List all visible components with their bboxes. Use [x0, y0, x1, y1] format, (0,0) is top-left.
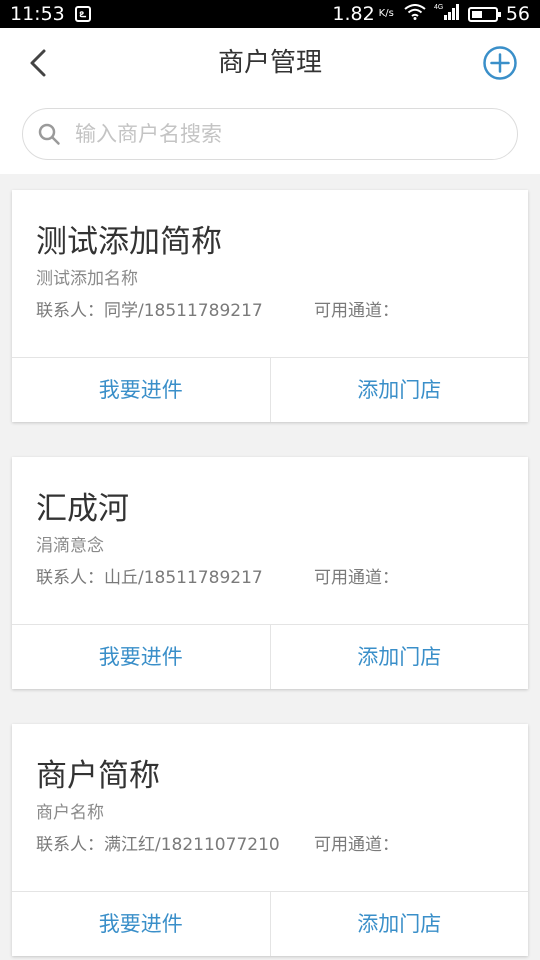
- search-area: [0, 98, 540, 174]
- search-input[interactable]: [75, 115, 495, 153]
- signal-icon: 4G: [434, 0, 460, 28]
- add-store-button[interactable]: 添加门店: [269, 625, 529, 689]
- add-merchant-button[interactable]: [482, 45, 518, 81]
- merchant-short-name: 测试添加简称: [36, 224, 222, 260]
- merchant-card[interactable]: 汇成河 涓滴意念 联系人：山丘/18511789217 可用通道： 我要进件 添…: [12, 457, 528, 689]
- net-speed: 1.82: [332, 3, 375, 25]
- wifi-icon: [404, 0, 426, 28]
- status-bar: 11:53 ఽ 1.82 K/s 4G 56: [0, 0, 540, 28]
- merchant-full-name: 商户名称: [36, 803, 104, 823]
- app-notification-icon: ఽ: [74, 6, 91, 22]
- signal-label: 4G: [434, 4, 443, 11]
- merchant-contact: 联系人：山丘/18511789217: [36, 568, 263, 588]
- card-actions: 我要进件 添加门店: [12, 357, 528, 422]
- card-actions: 我要进件 添加门店: [12, 624, 528, 689]
- merchant-full-name: 测试添加名称: [36, 269, 138, 289]
- search-icon: [38, 123, 60, 145]
- merchant-channel: 可用通道：: [314, 835, 399, 855]
- search-bar[interactable]: [22, 108, 518, 160]
- plus-circle-icon: [483, 46, 517, 80]
- merchant-contact: 联系人：满江红/18211077210: [36, 835, 280, 855]
- merchant-short-name: 商户简称: [36, 758, 160, 794]
- merchant-short-name: 汇成河: [36, 491, 129, 527]
- merchant-channel: 可用通道：: [314, 301, 399, 321]
- battery-level: 56: [505, 3, 530, 25]
- add-store-button[interactable]: 添加门店: [269, 358, 529, 422]
- battery-icon: [467, 6, 501, 22]
- merchant-card[interactable]: 商户简称 商户名称 联系人：满江红/18211077210 可用通道： 我要进件…: [12, 724, 528, 956]
- status-bar-left: 11:53 ఽ: [10, 0, 91, 28]
- add-store-button[interactable]: 添加门店: [269, 892, 529, 956]
- merchant-contact: 联系人：同学/18511789217: [36, 301, 263, 321]
- submit-application-button[interactable]: 我要进件: [12, 625, 270, 689]
- submit-application-button[interactable]: 我要进件: [12, 358, 270, 422]
- merchant-channel: 可用通道：: [314, 568, 399, 588]
- app-header: 商户管理: [0, 28, 540, 98]
- merchant-full-name: 涓滴意念: [36, 536, 104, 556]
- card-actions: 我要进件 添加门店: [12, 891, 528, 956]
- status-bar-right: 1.82 K/s 4G 56: [332, 0, 530, 28]
- page-title: 商户管理: [217, 48, 322, 78]
- submit-application-button[interactable]: 我要进件: [12, 892, 270, 956]
- net-speed-unit: K/s: [378, 8, 394, 19]
- merchant-card[interactable]: 测试添加简称 测试添加名称 联系人：同学/18511789217 可用通道： 我…: [12, 190, 528, 422]
- status-time: 11:53: [10, 3, 65, 25]
